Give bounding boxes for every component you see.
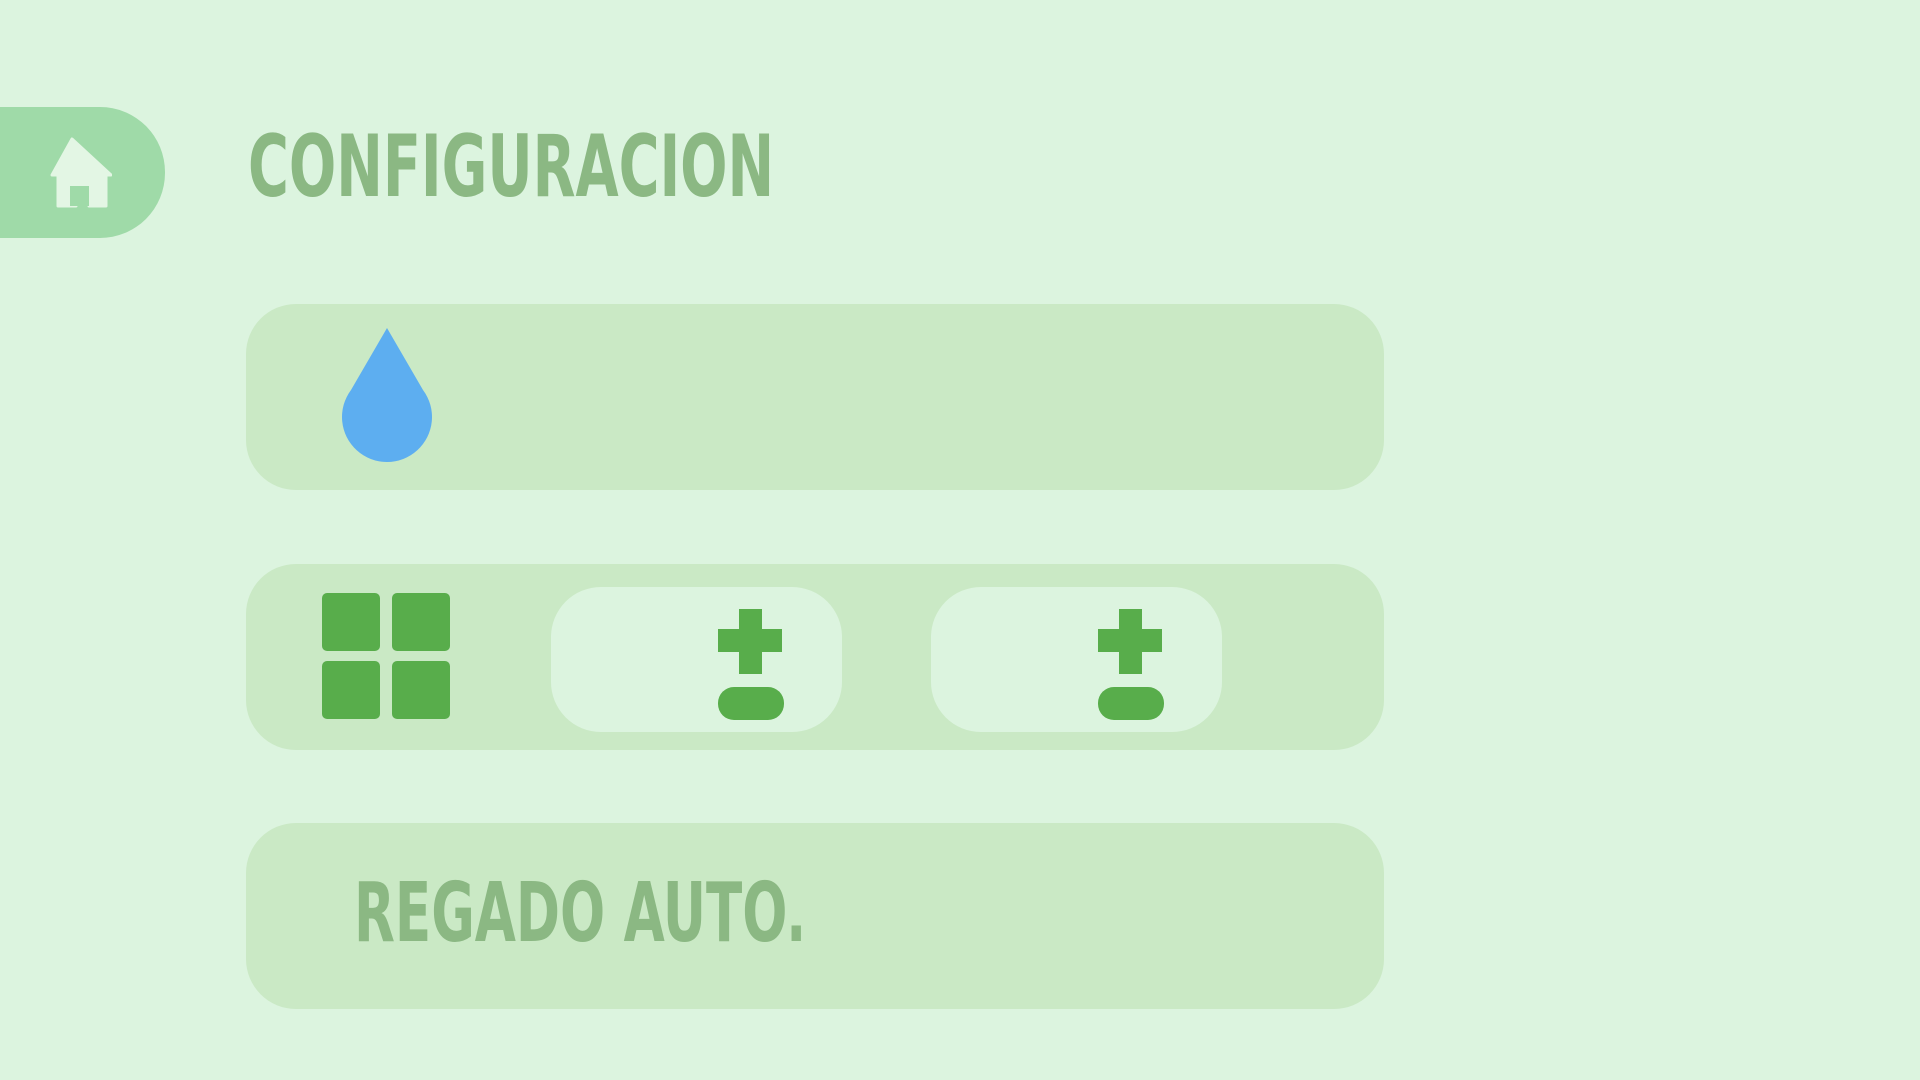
plus-minus-icon xyxy=(718,609,784,720)
water-panel xyxy=(246,304,1384,490)
size-panel xyxy=(246,564,1384,750)
plus-minus-icon xyxy=(1098,609,1164,720)
water-drop-icon xyxy=(342,328,432,462)
home-button[interactable] xyxy=(0,107,165,238)
stepper-2[interactable] xyxy=(931,587,1222,732)
home-icon xyxy=(50,137,112,207)
auto-watering-label: REGADO AUTO. xyxy=(354,866,807,961)
stepper-1[interactable] xyxy=(551,587,842,732)
auto-watering-button[interactable]: REGADO AUTO. xyxy=(246,823,1384,1009)
page-title: CONFIGURACION xyxy=(248,117,775,217)
grid-icon xyxy=(322,593,450,719)
